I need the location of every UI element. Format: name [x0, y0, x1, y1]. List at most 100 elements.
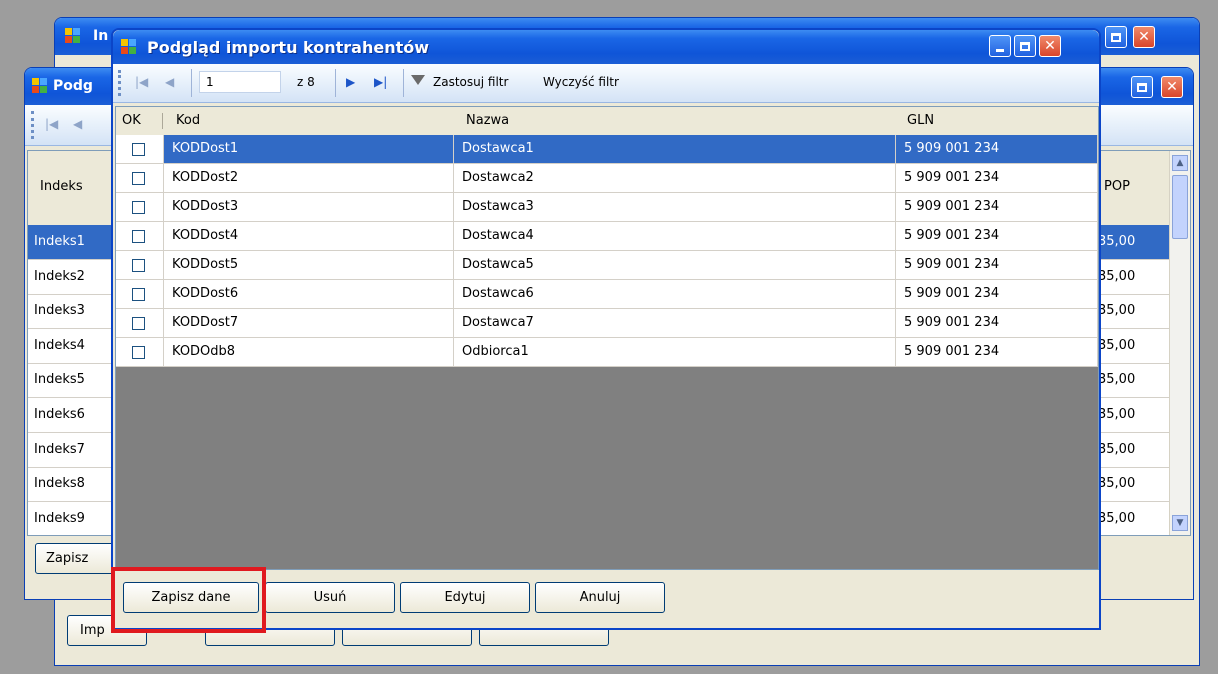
grip-icon[interactable]	[31, 111, 37, 139]
maximize-icon	[1106, 27, 1126, 47]
app-icon	[65, 28, 81, 44]
cell-nazwa: Odbiorca1	[454, 338, 896, 367]
prev-record-icon[interactable]: ◀	[73, 117, 82, 131]
filter-icon[interactable]	[411, 75, 425, 85]
row-checkbox[interactable]	[132, 230, 145, 243]
separator	[403, 69, 404, 97]
cell-nazwa: Dostawca5	[454, 251, 896, 280]
edit-button[interactable]: Edytuj	[400, 582, 530, 613]
position-input[interactable]: 1	[199, 71, 281, 93]
cell-gln: 5 909 001 234	[896, 164, 1098, 193]
separator	[335, 69, 336, 97]
cell-kod: KODDost3	[164, 193, 454, 222]
back-grid-cell-indeks: Indeks8	[34, 476, 85, 492]
cell-ok	[116, 164, 164, 193]
delete-button[interactable]: Usuń	[265, 582, 395, 613]
first-record-icon[interactable]: |◀	[135, 75, 148, 89]
back-grid-cell-pop: 35,00	[1098, 372, 1136, 388]
table-row[interactable]: KODDost7 Dostawca7 5 909 001 234	[116, 309, 1098, 338]
cell-ok	[116, 309, 164, 338]
separator	[191, 69, 192, 97]
dialog-title: Podgląd importu kontrahentów	[147, 38, 430, 57]
close-button[interactable]: ✕	[1133, 26, 1155, 48]
import-preview-dialog: Podgląd importu kontrahentów ✕ |◀ ◀ 1 z …	[111, 28, 1101, 630]
scroll-down-button[interactable]: ▼	[1172, 515, 1188, 531]
table-row[interactable]: KODDost2 Dostawca2 5 909 001 234	[116, 164, 1098, 193]
back-grid-cell-indeks: Indeks5	[34, 372, 85, 388]
close-icon: ✕	[1138, 29, 1150, 45]
column-header-ok[interactable]: OK	[116, 113, 164, 128]
table-row[interactable]: KODDost1 Dostawca1 5 909 001 234	[116, 135, 1098, 164]
minimize-icon	[990, 36, 1010, 56]
record-count: z 8	[297, 75, 315, 89]
apply-filter-button[interactable]: Zastosuj filtr	[433, 75, 508, 89]
back-grid-cell-pop: 35,00	[1098, 476, 1136, 492]
back-grid-cell-indeks: Indeks2	[34, 268, 85, 284]
cell-ok	[116, 193, 164, 222]
cancel-button[interactable]: Anuluj	[535, 582, 665, 613]
row-checkbox[interactable]	[132, 143, 145, 156]
close-button[interactable]: ✕	[1039, 35, 1061, 57]
highlight-box	[111, 567, 266, 633]
row-checkbox[interactable]	[132, 259, 145, 272]
row-checkbox[interactable]	[132, 317, 145, 330]
back-save-button[interactable]: Zapisz	[35, 543, 115, 574]
table-row[interactable]: KODOdb8 Odbiorca1 5 909 001 234	[116, 338, 1098, 367]
maximize-button[interactable]	[1131, 76, 1153, 98]
cell-nazwa: Dostawca2	[454, 164, 896, 193]
close-icon: ✕	[1044, 38, 1056, 54]
back-window-2-title: Podg	[53, 78, 93, 94]
maximize-button[interactable]	[1014, 35, 1036, 57]
column-header-gln[interactable]: GLN	[901, 113, 1091, 128]
maximize-icon	[1132, 77, 1152, 97]
back-grid-cell-indeks: Indeks9	[34, 510, 85, 526]
grip-icon[interactable]	[118, 70, 124, 96]
back-grid-cell-pop: 35,00	[1098, 407, 1136, 422]
back-grid-cell-indeks: Indeks4	[34, 337, 85, 353]
back-grid-cell-indeks: Indeks6	[34, 407, 85, 422]
cell-nazwa: Dostawca7	[454, 309, 896, 338]
binding-navigator: |◀ ◀ 1 z 8 ▶ ▶| Zastosuj filtr Wyczyść f…	[113, 64, 1099, 103]
maximize-icon	[1015, 36, 1035, 56]
row-checkbox[interactable]	[132, 201, 145, 214]
scroll-thumb[interactable]	[1172, 175, 1188, 239]
table-row[interactable]: KODDost4 Dostawca4 5 909 001 234	[116, 222, 1098, 251]
column-header-kod[interactable]: Kod	[170, 113, 450, 128]
clear-filter-button[interactable]: Wyczyść filtr	[543, 75, 619, 89]
back-grid-cell-pop: 35,00	[1098, 510, 1136, 526]
dialog-titlebar[interactable]: Podgląd importu kontrahentów ✕	[113, 30, 1099, 64]
table-row[interactable]: KODDost6 Dostawca6 5 909 001 234	[116, 280, 1098, 309]
cell-ok	[116, 135, 164, 164]
app-icon	[121, 39, 137, 55]
close-icon: ✕	[1166, 79, 1178, 95]
minimize-button[interactable]	[989, 35, 1011, 57]
row-checkbox[interactable]	[132, 172, 145, 185]
cell-nazwa: Dostawca3	[454, 193, 896, 222]
cell-gln: 5 909 001 234	[896, 222, 1098, 251]
prev-record-icon[interactable]: ◀	[165, 75, 174, 89]
contractors-grid: OK Kod Nazwa GLN KODDost1 Dostawca1 5 909 …	[115, 106, 1099, 570]
last-record-icon[interactable]: ▶|	[374, 75, 387, 89]
column-divider	[162, 113, 163, 129]
header-indeks: Indeks	[40, 179, 83, 194]
scroll-up-button[interactable]: ▲	[1172, 155, 1188, 171]
table-row[interactable]: KODDost5 Dostawca5 5 909 001 234	[116, 251, 1098, 280]
column-header-nazwa[interactable]: Nazwa	[460, 113, 890, 128]
row-checkbox[interactable]	[132, 346, 145, 359]
first-record-icon[interactable]: |◀	[45, 117, 58, 131]
back-grid-cell-pop: 35,00	[1098, 337, 1136, 353]
cell-gln: 5 909 001 234	[896, 280, 1098, 309]
cell-ok	[116, 251, 164, 280]
cell-kod: KODDost5	[164, 251, 454, 280]
cell-ok	[116, 222, 164, 251]
vertical-scrollbar[interactable]: ▲ ▼	[1169, 151, 1190, 535]
maximize-button[interactable]	[1105, 26, 1127, 48]
header-pop: POP	[1104, 179, 1130, 194]
cell-gln: 5 909 001 234	[896, 309, 1098, 338]
table-row[interactable]: KODDost3 Dostawca3 5 909 001 234	[116, 193, 1098, 222]
back-grid-cell-indeks: Indeks3	[34, 303, 85, 319]
next-record-icon[interactable]: ▶	[346, 75, 355, 89]
row-checkbox[interactable]	[132, 288, 145, 301]
close-button[interactable]: ✕	[1161, 76, 1183, 98]
cell-nazwa: Dostawca4	[454, 222, 896, 251]
